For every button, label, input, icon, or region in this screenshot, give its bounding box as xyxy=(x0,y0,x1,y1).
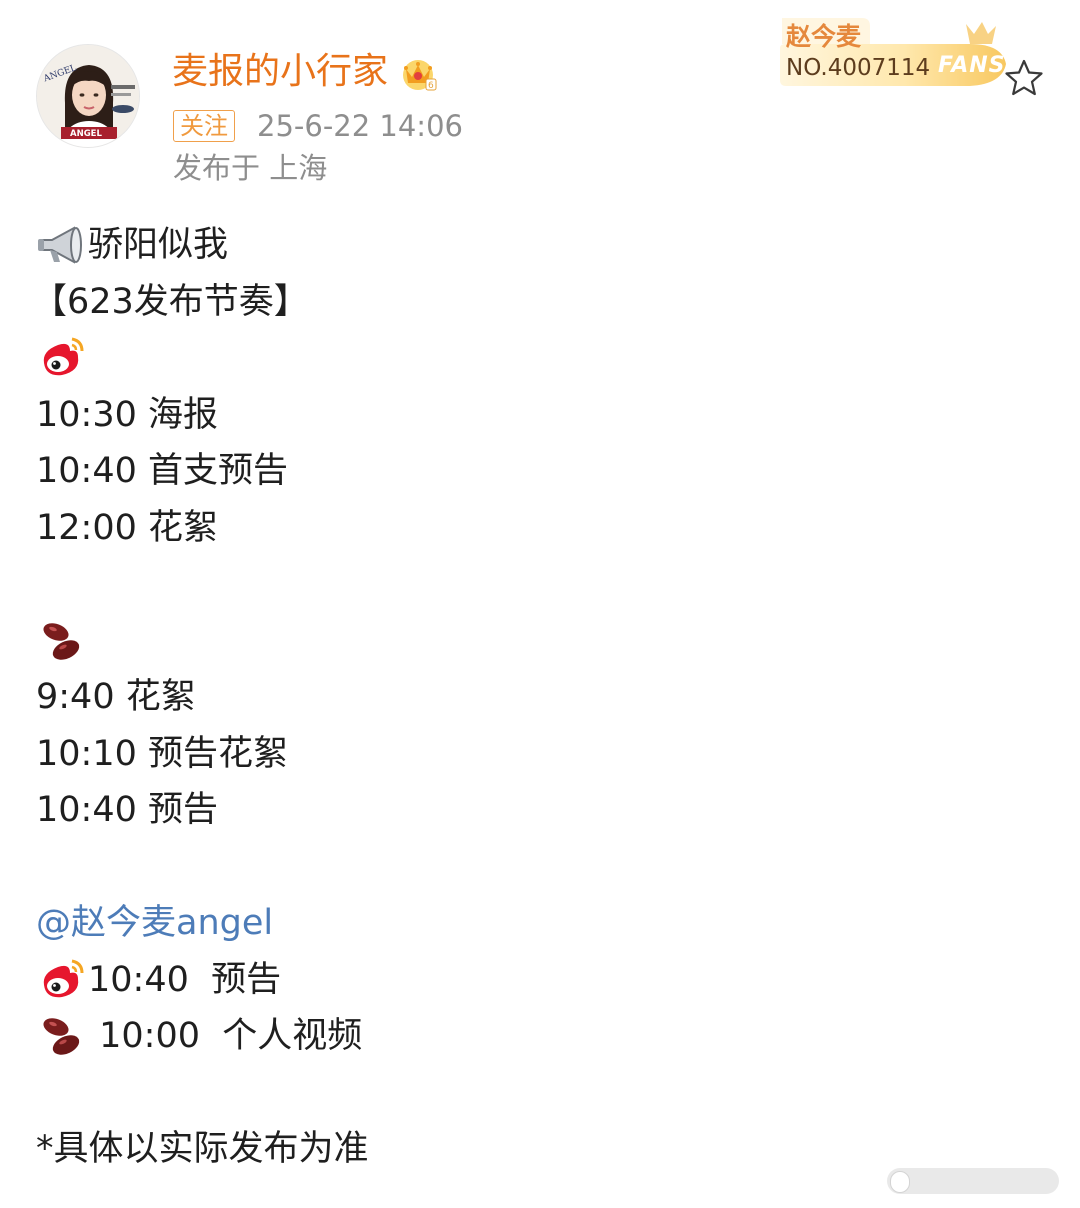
content-line-text: 10:40 预告 xyxy=(36,790,218,830)
post-location: 发布于 上海 xyxy=(173,151,328,185)
avatar[interactable]: ANGEL ANGEL xyxy=(36,44,140,148)
fans-badge[interactable]: 赵今麦 NO.4007114 FANS xyxy=(770,14,1012,88)
content-line: 10:30 海报 xyxy=(36,386,1036,443)
content-line-text: 10:40 预告 xyxy=(88,959,282,1000)
fans-badge-label: FANS xyxy=(938,53,1006,78)
beans-icon xyxy=(43,622,80,660)
content-line: 骄阳似我 xyxy=(36,216,1036,273)
weibo-post: ANGEL ANGEL 麦报的小行家 6 关注 25-6-22 14:06 发布… xyxy=(0,0,1080,1208)
content-line-text: 12:00 花絮 xyxy=(36,507,218,548)
scroll-indicator[interactable] xyxy=(887,1168,1059,1194)
content-line: 9:40 花絮 xyxy=(36,668,1036,725)
content-line: @赵今麦angel xyxy=(36,894,1036,951)
content-line: 12:00 花絮 xyxy=(36,499,1036,556)
post-body: 骄阳似我 【623发布节奏】 10:30 海报 10:40 首支预告 12:00… xyxy=(32,216,1036,1177)
content-line-text: 10:40 首支预告 xyxy=(36,451,288,491)
content-line xyxy=(36,329,1036,386)
content-line-text: 【623发布节奏】 xyxy=(32,281,309,322)
beans-icon xyxy=(43,1018,80,1055)
scroll-thumb[interactable] xyxy=(890,1171,910,1193)
content-line: 【623发布节奏】 xyxy=(32,273,1036,330)
megaphone-icon xyxy=(38,226,82,264)
content-line-text: *具体以实际发布为准 xyxy=(36,1129,369,1169)
content-line-text: 10:10 预告花絮 xyxy=(36,733,288,774)
content-line: 10:10 预告花絮 xyxy=(36,725,1036,782)
svg-text:6: 6 xyxy=(428,81,434,91)
mention-link[interactable]: @赵今麦angel xyxy=(36,903,273,943)
content-line: *具体以实际发布为准 xyxy=(36,1120,1036,1177)
weibo-icon xyxy=(43,959,84,997)
star-outline-icon[interactable] xyxy=(1002,56,1046,100)
content-line-text: 10:00 个人视频 xyxy=(88,1016,363,1056)
content-line: 10:40 首支预告 xyxy=(36,442,1036,499)
svg-text:ANGEL: ANGEL xyxy=(70,129,102,139)
weibo-icon xyxy=(43,337,84,376)
fans-badge-name: 赵今麦 xyxy=(786,22,862,51)
fans-badge-number: NO.4007114 xyxy=(786,55,931,81)
content-line: 10:40 预告 xyxy=(36,951,1036,1008)
author-name[interactable]: 麦报的小行家 xyxy=(172,50,388,94)
content-line: 10:40 预告 xyxy=(36,781,1036,838)
content-line-text: 9:40 花絮 xyxy=(36,677,196,717)
content-line-text: 骄阳似我 xyxy=(88,225,229,265)
follow-button[interactable]: 关注 xyxy=(173,110,235,142)
content-line-text: 10:30 海报 xyxy=(36,394,218,435)
content-line xyxy=(36,612,1036,669)
content-line: 10:00 个人视频 xyxy=(36,1007,1036,1064)
crown-vip-icon[interactable]: 6 xyxy=(398,53,438,93)
post-timestamp: 25-6-22 14:06 xyxy=(257,109,463,143)
avatar-image: ANGEL ANGEL xyxy=(37,45,139,147)
